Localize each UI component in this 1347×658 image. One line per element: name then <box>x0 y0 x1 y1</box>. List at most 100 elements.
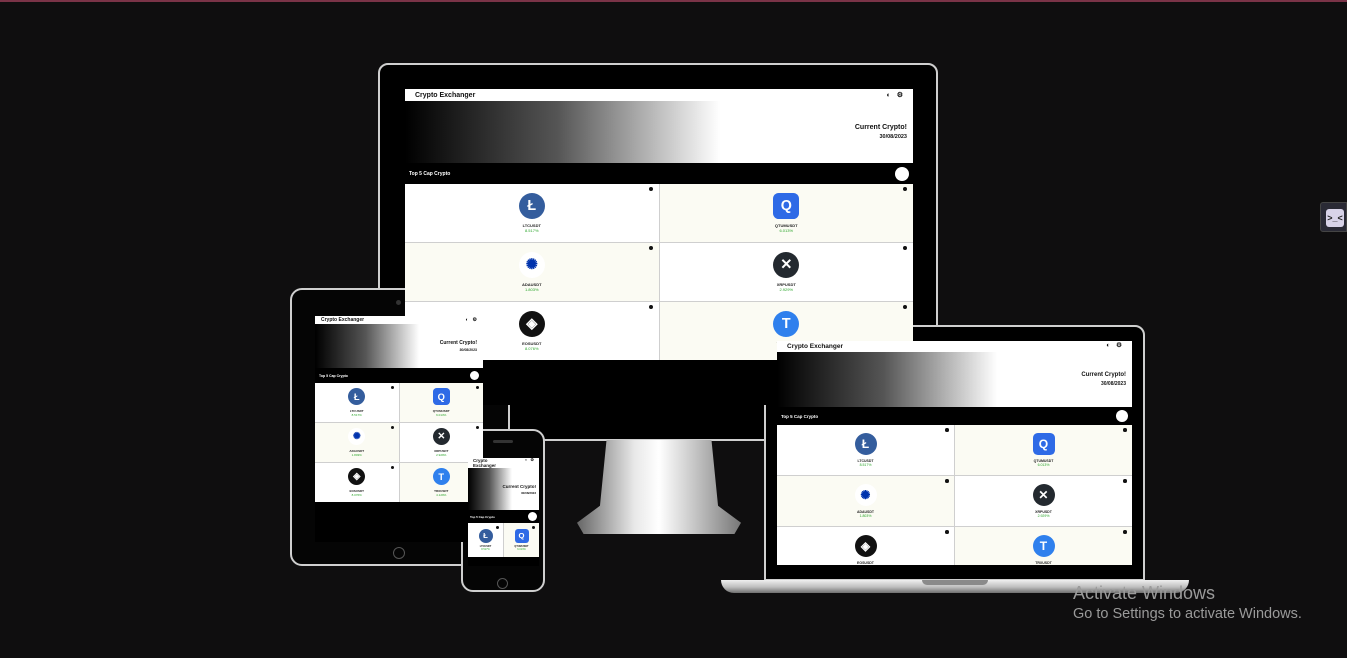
coin-card[interactable]: ✺ ADAUSDT 1.803% <box>405 243 659 301</box>
coin-card[interactable]: Q QTUMUSDT 6.013% <box>955 425 1132 475</box>
coin-card[interactable]: ✕ XRPUSDT 2.929% <box>955 476 1132 526</box>
card-menu-icon[interactable] <box>903 246 907 250</box>
app-title: Crypto Exchanger <box>321 317 365 323</box>
coin-change: 6.013% <box>1037 462 1050 467</box>
card-menu-icon[interactable] <box>945 428 949 432</box>
app-title: Crypto Exchanger <box>787 343 843 350</box>
hero-banner: Current Crypto! 30/08/2023 <box>315 324 483 368</box>
side-widget[interactable]: >_< <box>1320 202 1347 232</box>
coin-card[interactable]: Ł LTCUSDT 8.517% <box>405 184 659 242</box>
hero-title: Current Crypto! <box>439 340 477 346</box>
tablet-screen: Crypto Exchanger ◐ ⚙ Current Crypto! 30/… <box>315 316 483 542</box>
gear-icon[interactable]: ⚙ <box>897 92 903 99</box>
coin-card[interactable]: ◈EOSUSDT8.076% <box>777 527 954 565</box>
top-accent-line <box>0 0 1347 2</box>
app-header: Crypto Exchanger ◐ ⚙ <box>405 89 913 101</box>
card-menu-icon[interactable] <box>391 386 394 389</box>
qtum-icon: Q <box>432 388 450 406</box>
coin-card[interactable]: ✺ ADAUSDT 1.803% <box>777 476 954 526</box>
assistant-face-icon: >_< <box>1326 209 1344 227</box>
section-title: Top 5 Cap Crypto <box>409 170 451 177</box>
coin-card[interactable]: Q QTUMUSDT 6.013% <box>504 523 539 557</box>
card-menu-icon[interactable] <box>475 426 479 429</box>
cardano-icon: ✺ <box>518 251 545 278</box>
card-menu-icon[interactable] <box>945 530 949 534</box>
section-title: Top 5 Cap Crypto <box>319 373 348 378</box>
litecoin-icon: Ł <box>518 192 545 219</box>
phone-speaker <box>493 440 513 443</box>
watermark-title: Activate Windows <box>1073 583 1216 603</box>
card-menu-icon[interactable] <box>648 187 653 191</box>
theme-toggle[interactable] <box>1116 410 1128 422</box>
app-title: Crypto Exchanger <box>473 458 497 468</box>
coin-card[interactable]: ✕ XRPUSDT 2.929% <box>659 243 913 301</box>
theme-toggle[interactable] <box>895 166 909 181</box>
coin-card[interactable]: ◈EOSUSDT8.076% <box>315 463 399 502</box>
gear-icon[interactable]: ⚙ <box>530 458 534 462</box>
section-header: Top 5 Cap Crypto <box>405 163 913 184</box>
card-menu-icon[interactable] <box>903 305 907 309</box>
card-menu-icon[interactable] <box>1123 530 1127 534</box>
theme-toggle[interactable] <box>470 371 479 380</box>
card-menu-icon[interactable] <box>903 187 907 191</box>
coin-change: 8.517% <box>351 412 362 417</box>
hero-title: Current Crypto! <box>854 124 907 131</box>
gear-icon[interactable]: ⚙ <box>473 317 477 323</box>
coin-change: 1.803% <box>351 452 362 457</box>
coin-change: 4.129% <box>436 492 447 497</box>
coin-change: 6.013% <box>517 548 526 552</box>
hero-banner: Current Crypto! 30/08/2023 <box>777 352 1132 407</box>
card-menu-icon[interactable] <box>1123 428 1127 432</box>
card-menu-icon[interactable] <box>475 386 479 389</box>
coin-card[interactable]: Q QTUMUSDT 6.013% <box>399 383 483 422</box>
app-header: Crypto Exchanger ◐ ⚙ <box>468 458 539 468</box>
gear-icon[interactable]: ⚙ <box>1116 343 1122 350</box>
app-title: Crypto Exchanger <box>415 91 476 99</box>
phone-home-button <box>497 578 508 589</box>
tablet-camera <box>396 300 401 305</box>
header-icons: ◐ ⚙ <box>886 92 903 99</box>
card-menu-icon[interactable] <box>945 479 949 483</box>
qtum-icon: Q <box>514 528 529 543</box>
coin-card[interactable]: ✺ ADAUSDT 1.803% <box>315 423 399 462</box>
coin-card[interactable]: Ł LTCUSDT 8.517% <box>468 523 503 557</box>
tron-icon: T <box>1032 535 1055 558</box>
card-menu-icon[interactable] <box>495 526 499 529</box>
phone-screen: Crypto Exchanger ◐ ⚙ Current Crypto! 30/… <box>468 458 539 566</box>
header-icons: ◐ ⚙ <box>525 458 534 462</box>
coin-grid: Ł LTCUSDT 8.517% Q QTUMUSDT 6.013% ✺ ADAUSDT 1.8… <box>315 383 483 502</box>
laptop-app: Crypto Exchanger ◐ ⚙ Current Crypto! 30/… <box>777 341 1132 565</box>
xrp-icon: ✕ <box>432 428 450 446</box>
contrast-icon[interactable]: ◐ <box>1106 343 1110 350</box>
litecoin-icon: Ł <box>478 528 493 543</box>
litecoin-icon: Ł <box>348 388 366 406</box>
theme-toggle[interactable] <box>528 512 537 521</box>
coin-change: 8.517% <box>481 548 490 552</box>
cardano-icon: ✺ <box>854 484 877 507</box>
cardano-icon: ✺ <box>348 428 366 446</box>
card-menu-icon[interactable] <box>391 426 394 429</box>
contrast-icon[interactable]: ◐ <box>886 92 890 99</box>
card-menu-icon[interactable] <box>648 246 653 250</box>
coin-card[interactable]: ✕ XRPUSDT 2.929% <box>399 423 483 462</box>
hero-date: 30/08/2023 <box>1100 381 1126 387</box>
card-menu-icon[interactable] <box>1123 479 1127 483</box>
card-menu-icon[interactable] <box>531 526 535 529</box>
contrast-icon[interactable]: ◐ <box>465 317 468 323</box>
watermark-subtitle: Go to Settings to activate Windows. <box>1073 606 1302 622</box>
coin-card[interactable]: Ł LTCUSDT 8.517% <box>777 425 954 475</box>
hero-banner: Current Crypto! 30/08/2023 <box>468 468 539 510</box>
hero-date: 30/08/2023 <box>459 348 477 352</box>
qtum-icon: Q <box>1032 433 1055 456</box>
coin-change: 8.517% <box>524 228 539 234</box>
section-header: Top 5 Cap Crypto <box>777 407 1132 425</box>
hero-title: Current Crypto! <box>1081 372 1126 378</box>
card-menu-icon[interactable] <box>391 466 394 469</box>
coin-card[interactable]: TTRXUSDT4.129% <box>955 527 1132 565</box>
coin-change: 1.803% <box>859 513 872 518</box>
coin-card[interactable]: Q QTUMUSDT 6.013% <box>659 184 913 242</box>
card-menu-icon[interactable] <box>648 305 653 309</box>
contrast-icon[interactable]: ◐ <box>525 458 527 462</box>
hero-date: 30/08/2023 <box>879 134 907 140</box>
coin-card[interactable]: Ł LTCUSDT 8.517% <box>315 383 399 422</box>
